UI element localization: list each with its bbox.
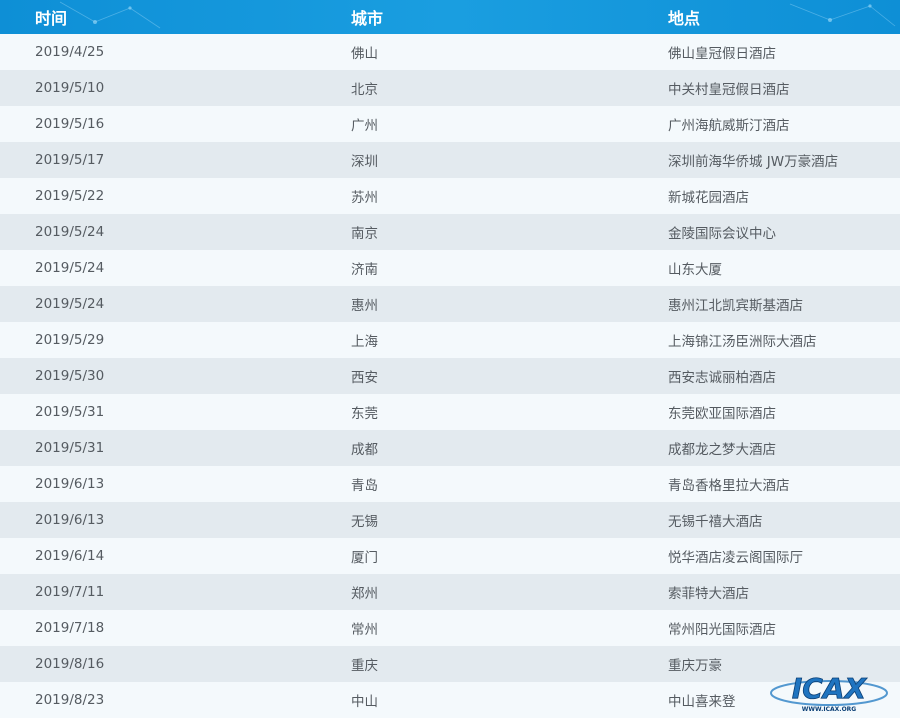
table-row: 2019/6/14 厦门 悦华酒店凌云阁国际厅	[0, 538, 900, 574]
logo-text: ICAX	[792, 672, 868, 705]
table-row: 2019/6/13 青岛 青岛香格里拉大酒店	[0, 466, 900, 502]
cell-location: 常州阳光国际酒店	[668, 622, 776, 638]
cell-location: 悦华酒店凌云阁国际厅	[668, 550, 803, 566]
table-row: 2019/6/13 无锡 无锡千禧大酒店	[0, 502, 900, 538]
cell-time: 2019/4/25	[35, 44, 105, 60]
cell-time: 2019/6/13	[35, 476, 105, 492]
cell-location: 惠州江北凯宾斯基酒店	[668, 298, 803, 314]
header-time: 时间	[35, 9, 68, 28]
table-row: 2019/5/29 上海 上海锦江汤臣洲际大酒店	[0, 322, 900, 358]
table-row: 2019/5/22 苏州 新城花园酒店	[0, 178, 900, 214]
cell-time: 2019/5/31	[35, 404, 105, 420]
cell-time: 2019/6/13	[35, 512, 105, 528]
header-location: 地点	[668, 9, 701, 28]
cell-city: 郑州	[351, 586, 378, 602]
cell-city: 无锡	[351, 514, 378, 530]
table-row: 2019/5/17 深圳 深圳前海华侨城 JW万豪酒店	[0, 142, 900, 178]
cell-time: 2019/5/24	[35, 224, 105, 240]
table-row: 2019/5/24 济南 山东大厦	[0, 250, 900, 286]
cell-city: 深圳	[351, 154, 378, 170]
cell-time: 2019/5/22	[35, 188, 105, 204]
cell-location: 深圳前海华侨城 JW万豪酒店	[668, 154, 839, 170]
schedule-table: 时间 城市 地点 2019/4/25 佛山 佛山皇冠假日酒店 2019/5/10 北京中…	[0, 0, 900, 722]
table-row: 2019/5/31 东莞 东莞欧亚国际酒店	[0, 394, 900, 430]
cell-time: 2019/5/29	[35, 332, 105, 348]
cell-time: 2019/6/14	[35, 548, 105, 564]
cell-time: 2019/7/11	[35, 584, 105, 600]
cell-city: 成都	[351, 442, 378, 458]
table-row: 2019/5/10 北京 中关村皇冠假日酒店	[0, 70, 900, 106]
table-row: 2019/8/23 中山 中山喜来登	[0, 682, 900, 718]
icax-logo-watermark: ICAX WWW.ICAX.ORG	[770, 672, 888, 713]
cell-city: 常州	[351, 622, 378, 638]
cell-location: 中山喜来登	[668, 694, 736, 710]
cell-city: 东莞	[351, 406, 378, 422]
table-body: 2019/4/25 佛山 佛山皇冠假日酒店 2019/5/10 北京 中关村皇冠假日酒店 2…	[0, 34, 900, 718]
table-row: 2019/5/24 惠州 惠州江北凯宾斯基酒店	[0, 286, 900, 322]
table-row: 2019/4/25 佛山 佛山皇冠假日酒店	[0, 34, 900, 70]
table-row: 2019/8/16 重庆 重庆万豪	[0, 646, 900, 682]
header-city: 城市	[351, 9, 384, 28]
cell-location: 青岛香格里拉大酒店	[668, 478, 790, 494]
cell-city: 南京	[351, 226, 378, 242]
cell-location: 西安志诚丽柏酒店	[668, 370, 776, 386]
cell-time: 2019/5/16	[35, 116, 105, 132]
cell-city: 厦门	[351, 550, 378, 566]
cell-city: 中山	[351, 694, 378, 710]
cell-city: 苏州	[351, 190, 378, 206]
cell-city: 广州	[351, 118, 378, 134]
cell-location: 无锡千禧大酒店	[668, 514, 763, 530]
cell-location: 新城花园酒店	[668, 190, 749, 206]
cell-city: 重庆	[351, 658, 378, 674]
cell-time: 2019/5/30	[35, 368, 105, 384]
cell-location: 中关村皇冠假日酒店	[668, 82, 790, 98]
cell-city: 济南	[351, 262, 378, 278]
cell-time: 2019/5/10	[35, 80, 105, 96]
table-header-row: 时间 城市 地点	[0, 0, 900, 34]
cell-location: 金陵国际会议中心	[668, 226, 776, 242]
cell-time: 2019/5/24	[35, 296, 105, 312]
table-row: 2019/5/31 成都 成都龙之梦大酒店	[0, 430, 900, 466]
cell-city: 青岛	[351, 478, 378, 494]
cell-location: 成都龙之梦大酒店	[668, 442, 776, 458]
cell-time: 2019/5/31	[35, 440, 105, 456]
cell-time: 2019/8/23	[35, 692, 105, 708]
cell-location: 东莞欧亚国际酒店	[668, 406, 776, 422]
cell-city: 惠州	[351, 298, 378, 314]
cell-time: 2019/7/18	[35, 620, 105, 636]
table-row: 2019/7/11 郑州 索菲特大酒店	[0, 574, 900, 610]
cell-time: 2019/5/24	[35, 260, 105, 276]
cell-location: 重庆万豪	[668, 658, 722, 674]
cell-location: 佛山皇冠假日酒店	[668, 46, 776, 62]
table-row: 2019/5/16 广州 广州海航威斯汀酒店	[0, 106, 900, 142]
cell-location: 上海锦江汤臣洲际大酒店	[668, 334, 817, 350]
cell-city: 上海	[351, 334, 378, 350]
table-row: 2019/5/24 南京 金陵国际会议中心	[0, 214, 900, 250]
header-network-decoration	[59, 1, 896, 29]
cell-city: 佛山	[351, 46, 378, 62]
cell-city: 西安	[351, 370, 378, 386]
cell-time: 2019/5/17	[35, 152, 105, 168]
table-row: 2019/7/18 常州 常州阳光国际酒店	[0, 610, 900, 646]
cell-location: 广州海航威斯汀酒店	[668, 118, 790, 134]
cell-location: 索菲特大酒店	[668, 586, 749, 602]
logo-subtext: WWW.ICAX.ORG	[802, 706, 857, 713]
cell-location: 山东大厦	[668, 262, 722, 278]
cell-time: 2019/8/16	[35, 656, 105, 672]
cell-city: 北京	[351, 82, 378, 98]
table-row: 2019/5/30 西安 西安志诚丽柏酒店	[0, 358, 900, 394]
